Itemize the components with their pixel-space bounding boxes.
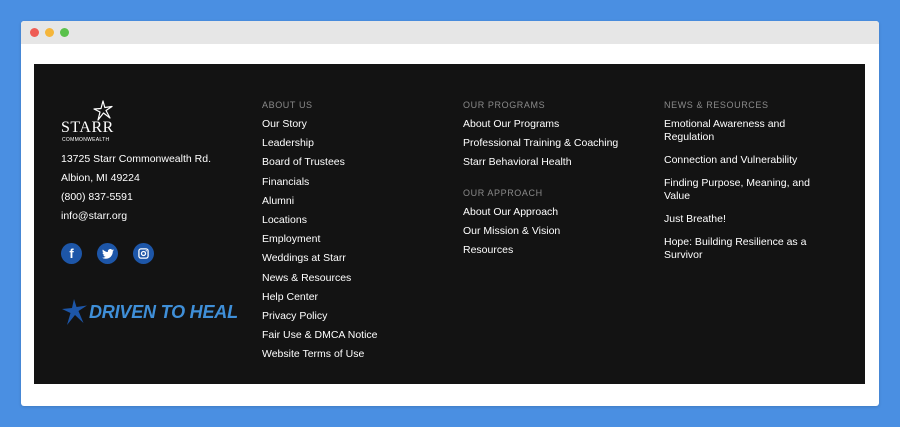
phone-number[interactable]: (800) 837-5591 [61,188,241,207]
footer-brand: STARR COMMONWEALTH 13725 Starr Commonwea… [61,100,241,327]
instagram-icon [138,248,149,259]
link-help-center[interactable]: Help Center [262,288,432,307]
driven-to-heal-logo[interactable]: DRIVEN TO HEAL [61,297,241,327]
programs-column: OUR PROGRAMS About Our Programs Professi… [463,100,633,260]
link-resources[interactable]: Resources [463,241,633,260]
contact-info: 13725 Starr Commonwealth Rd. Albion, MI … [61,150,241,226]
address-line-2: Albion, MI 49224 [61,172,140,184]
our-approach-heading: OUR APPROACH [463,187,543,198]
window-titlebar [21,21,879,44]
link-just-breathe[interactable]: Just Breathe! [664,213,814,226]
about-us-column: ABOUT US Our Story Leadership Board of T… [262,100,432,365]
link-locations[interactable]: Locations [262,211,432,230]
link-about-our-programs[interactable]: About Our Programs [463,115,633,134]
link-our-story[interactable]: Our Story [262,115,432,134]
link-connection-vulnerability[interactable]: Connection and Vulnerability [664,154,814,167]
twitter-button[interactable] [97,243,118,264]
about-us-heading: ABOUT US [262,100,313,110]
site-footer: STARR COMMONWEALTH 13725 Starr Commonwea… [34,64,865,384]
minimize-window-button[interactable] [45,28,54,37]
browser-window: STARR COMMONWEALTH 13725 Starr Commonwea… [21,21,879,406]
tagline-text: DRIVEN TO HEAL [89,301,238,322]
link-about-our-approach[interactable]: About Our Approach [463,203,633,222]
starr-logo[interactable]: STARR COMMONWEALTH [61,100,121,146]
news-column: NEWS & RESOURCES Emotional Awareness and… [664,100,814,272]
news-resources-heading: NEWS & RESOURCES [664,100,769,110]
link-behavioral-health[interactable]: Starr Behavioral Health [463,153,633,172]
logo-subtitle: COMMONWEALTH [62,137,110,143]
link-financials[interactable]: Financials [262,173,432,192]
maximize-window-button[interactable] [60,28,69,37]
link-leadership[interactable]: Leadership [262,134,432,153]
link-emotional-awareness[interactable]: Emotional Awareness and Regulation [664,118,814,144]
link-hope-resilience[interactable]: Hope: Building Resilience as a Survivor [664,236,814,262]
link-mission-vision[interactable]: Our Mission & Vision [463,222,633,241]
link-professional-training[interactable]: Professional Training & Coaching [463,134,633,153]
facebook-icon: f [69,246,74,261]
twitter-icon [101,248,114,259]
email-address[interactable]: info@starr.org [61,207,241,226]
link-finding-purpose[interactable]: Finding Purpose, Meaning, and Value [664,177,814,203]
star-figure-icon [62,299,87,325]
social-links: f [61,243,241,264]
link-terms-of-use[interactable]: Website Terms of Use [262,345,432,364]
link-privacy-policy[interactable]: Privacy Policy [262,307,432,326]
instagram-button[interactable] [133,243,154,264]
link-weddings-at-starr[interactable]: Weddings at Starr [262,249,432,268]
close-window-button[interactable] [30,28,39,37]
facebook-button[interactable]: f [61,243,82,264]
link-board-of-trustees[interactable]: Board of Trustees [262,153,432,172]
our-programs-heading: OUR PROGRAMS [463,100,546,110]
address-line-1: 13725 Starr Commonwealth Rd. [61,153,211,165]
link-news-resources[interactable]: News & Resources [262,269,432,288]
link-employment[interactable]: Employment [262,230,432,249]
link-fair-use-dmca[interactable]: Fair Use & DMCA Notice [262,326,432,345]
link-alumni[interactable]: Alumni [262,192,432,211]
logo-wordmark: STARR [61,119,114,136]
